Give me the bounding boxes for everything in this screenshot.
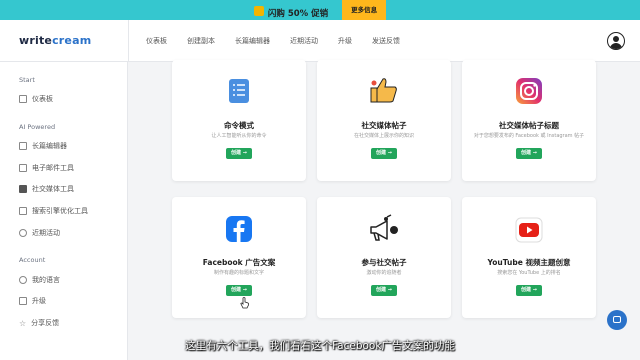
- create-button[interactable]: 创建 →: [226, 285, 252, 296]
- sidebar-item-label: 社交媒体工具: [32, 185, 74, 193]
- youtube-icon: [515, 217, 543, 243]
- tool-card-youtube-ideas[interactable]: YouTube 视频主题创意 搜索您在 YouTube 上的排名 创建 →: [462, 197, 596, 318]
- chat-support-button[interactable]: [607, 310, 627, 330]
- sidebar-item-label: 长篇编辑器: [32, 142, 67, 150]
- nav-upgrade[interactable]: 升级: [338, 36, 352, 46]
- create-button[interactable]: 创建 →: [516, 285, 542, 296]
- top-navigation: writecream 仪表板 创建副本 长篇编辑器 近期活动 升级 发送反馈: [0, 20, 640, 62]
- card-description: 激动你的追随者: [366, 270, 402, 276]
- thumbs-up-icon: [370, 78, 397, 103]
- card-title: YouTube 视频主题创意: [487, 258, 571, 267]
- nav-send-feedback[interactable]: 发送反馈: [372, 36, 400, 46]
- create-button[interactable]: 创建 →: [371, 285, 397, 296]
- trend-chart-icon: [19, 207, 27, 215]
- sidebar: Start 仪表板 AI Powered 长篇编辑器 电子邮件工具 社交媒体工具…: [0, 62, 128, 360]
- logo-cream: cream: [52, 34, 92, 47]
- sidebar-item-label: 升级: [32, 297, 46, 305]
- nav-menu: 仪表板 创建副本 长篇编辑器 近期活动 升级 发送反馈: [146, 36, 420, 46]
- sidebar-item-recent-activity[interactable]: 近期活动: [19, 228, 60, 238]
- writecream-logo[interactable]: writecream: [19, 34, 91, 47]
- promo-text: 闪购 50% 促销: [267, 8, 329, 19]
- tool-card-social-post[interactable]: 社交媒体帖子 在社交媒体上展示你的知识 创建 →: [317, 60, 451, 181]
- card-title: Facebook 广告文案: [202, 258, 276, 267]
- facebook-icon: [19, 185, 27, 193]
- star-icon: ☆: [19, 318, 27, 328]
- tool-card-engage-post[interactable]: 参与社交帖子 激动你的追随者 创建 →: [317, 197, 451, 318]
- promo-banner: 闪购 50% 促销 更多信息: [0, 0, 640, 20]
- sidebar-item-label: 电子邮件工具: [32, 164, 74, 172]
- create-button[interactable]: 创建 →: [371, 148, 397, 159]
- nav-dashboard[interactable]: 仪表板: [146, 36, 167, 46]
- instagram-icon: [516, 78, 542, 104]
- sidebar-item-label: 搜索引擎优化工具: [32, 207, 88, 215]
- facebook-icon: [226, 216, 252, 242]
- sidebar-item-upgrade[interactable]: 升级: [19, 296, 46, 306]
- hand-cursor-icon: [240, 297, 249, 309]
- nav-long-editor[interactable]: 长篇编辑器: [235, 36, 270, 46]
- tool-card-social-caption[interactable]: 社交媒体帖子标题 对于您想要发布的 Facebook 或 Instagram 帖…: [462, 60, 596, 181]
- sidebar-item-seo-tools[interactable]: 搜索引擎优化工具: [19, 206, 88, 216]
- section-account: Account: [19, 256, 46, 264]
- command-list-icon: [229, 79, 249, 103]
- more-info-button[interactable]: 更多信息: [342, 0, 387, 20]
- clock-icon: [19, 229, 27, 237]
- video-subtitle: 这里有六个工具，我们看看这个Facebook广告文案的功能: [185, 340, 455, 352]
- sidebar-item-label: 我的语言: [32, 276, 60, 284]
- nav-create-copy[interactable]: 创建副本: [187, 36, 215, 46]
- logo-write: write: [19, 34, 53, 47]
- card-description: 让人工智能听从你的命令: [211, 133, 267, 139]
- nav-divider: [128, 20, 129, 62]
- sidebar-item-email-tools[interactable]: 电子邮件工具: [19, 163, 74, 173]
- sidebar-item-label: 分享反馈: [31, 319, 60, 327]
- card-description: 制作有趣的标题和文字: [213, 270, 264, 276]
- sidebar-item-social-tools[interactable]: 社交媒体工具: [19, 184, 74, 194]
- promo-text-wrap: 闪购 50% 促销: [253, 1, 329, 20]
- sidebar-item-long-editor[interactable]: 长篇编辑器: [19, 141, 67, 151]
- globe-icon: [19, 276, 27, 284]
- sidebar-item-label: 仪表板: [32, 95, 53, 103]
- nav-recent-activity[interactable]: 近期活动: [290, 36, 318, 46]
- section-start: Start: [19, 76, 35, 84]
- sidebar-item-dashboard[interactable]: 仪表板: [19, 94, 53, 104]
- card-description: 对于您想要发布的 Facebook 或 Instagram 帖子: [473, 133, 585, 139]
- card-title: 参与社交帖子: [361, 258, 407, 267]
- megaphone-icon: [370, 214, 398, 241]
- document-icon: [19, 142, 27, 150]
- tool-card-facebook-ad[interactable]: Facebook 广告文案 制作有趣的标题和文字 创建 →: [172, 197, 306, 318]
- sidebar-item-my-language[interactable]: 我的语言: [19, 275, 60, 285]
- tool-card-command-mode[interactable]: 命令模式 让人工智能听从你的命令 创建 →: [172, 60, 306, 181]
- card-description: 在社交媒体上展示你的知识: [353, 133, 414, 139]
- sale-badge-icon: [253, 6, 264, 16]
- card-title: 社交媒体帖子标题: [499, 121, 559, 130]
- card-title: 命令模式: [224, 121, 254, 130]
- sidebar-item-feedback[interactable]: ☆ 分享反馈: [19, 318, 59, 328]
- upgrade-icon: [19, 297, 27, 305]
- section-ai-powered: AI Powered: [19, 123, 56, 131]
- create-button[interactable]: 创建 →: [226, 148, 252, 159]
- card-title: 社交媒体帖子: [361, 121, 407, 130]
- create-button[interactable]: 创建 →: [516, 148, 542, 159]
- sidebar-item-label: 近期活动: [32, 229, 60, 237]
- chat-icon: [613, 316, 621, 323]
- email-icon: [19, 164, 27, 172]
- user-avatar-icon[interactable]: [607, 32, 625, 50]
- card-description: 搜索您在 YouTube 上的排名: [497, 270, 561, 276]
- dashboard-icon: [19, 95, 27, 103]
